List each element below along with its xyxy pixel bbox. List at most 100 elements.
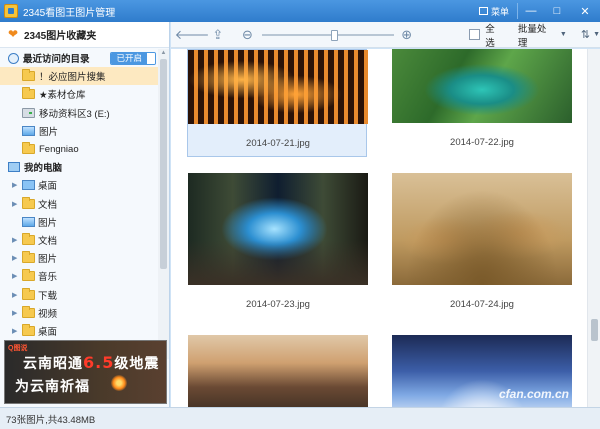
thumbnail-caption: 2014-07-22.jpg — [450, 137, 514, 148]
toggle-knob — [147, 52, 155, 64]
folder-tree: 最近访问的目录 已开启 ！必应图片搜集 ★素材仓库移动资料区3 (E:) 图片 Fen… — [0, 49, 158, 359]
checkbox-box[interactable] — [469, 29, 481, 40]
recent-item[interactable]: 图片 — [0, 122, 158, 140]
grid-scrollbar[interactable] — [587, 49, 600, 407]
computer-item-label: 图片 — [38, 254, 58, 266]
thumbnail-card[interactable]: 2014-07-21.jpg — [187, 49, 368, 157]
share-button[interactable]: ⇪ — [209, 26, 227, 44]
folder-icon — [22, 142, 35, 155]
expand-arrow-icon[interactable]: ▶ — [12, 291, 19, 299]
thumbnail-image[interactable] — [188, 335, 368, 407]
grid-scroll-thumb[interactable] — [591, 319, 598, 341]
computer-item[interactable]: ▶ 文档 — [0, 231, 158, 249]
expand-arrow-icon[interactable]: ▶ — [12, 236, 19, 244]
expand-arrow-icon[interactable]: ▶ — [12, 181, 19, 189]
recent-item-label: ★素材仓库 — [39, 90, 86, 102]
zoom-out-button[interactable]: ⊖ — [239, 26, 257, 44]
recent-item-label: 图片 — [39, 126, 59, 138]
computer-item[interactable]: ▶ 文档 — [0, 195, 158, 213]
ad-subline: 为云南祈福 — [15, 379, 90, 395]
sort-button[interactable]: ⇅ ▼ — [581, 28, 600, 41]
recent-item-label: ！必应图片搜集 — [39, 72, 106, 84]
computer-list: ▶ 桌面 ▶ 文档 图片 ▶ 文档 ▶ 图片 ▶ 音乐 ▶ 下载 ▶ 视频 ▶ 桌面 — [0, 176, 158, 340]
menu-button[interactable]: 菜单 — [471, 3, 518, 19]
computer-item[interactable]: ▶ 桌面 — [0, 322, 158, 340]
computer-section-label: 我的电脑 — [24, 163, 63, 175]
heart-icon: ❤ — [8, 27, 19, 41]
candle-icon — [111, 375, 127, 391]
desktop-icon — [22, 180, 35, 191]
expand-arrow-icon[interactable]: ▶ — [12, 200, 19, 208]
ad-magnitude: 6.5 — [83, 353, 115, 372]
favorites-header[interactable]: ❤ 2345图片收藏夹 — [0, 22, 169, 48]
sidebar-scrollbar[interactable]: ▲ ▼ — [158, 49, 169, 359]
thumbnail-image[interactable] — [392, 49, 572, 123]
window-controls: 菜单 — □ ✕ — [471, 0, 600, 22]
zoom-slider[interactable] — [262, 29, 395, 41]
drive-icon — [22, 107, 35, 118]
maximize-button[interactable]: □ — [544, 0, 570, 22]
computer-item[interactable]: ▶ 图片 — [0, 249, 158, 267]
batch-label: 批量处理 — [517, 23, 547, 49]
chevron-down-icon: ▼ — [559, 31, 567, 38]
watermark: cfan.com.cn — [498, 387, 569, 401]
folder-icon — [22, 87, 35, 100]
recent-toggle[interactable]: 已开启 — [110, 51, 156, 65]
menu-label: 菜单 — [490, 6, 509, 17]
recent-item[interactable]: Fengniao — [0, 140, 158, 158]
computer-item[interactable]: ▶ 下载 — [0, 285, 158, 303]
thumbnail-image[interactable] — [392, 173, 572, 285]
expand-arrow-icon[interactable]: ▶ — [12, 309, 19, 317]
toolbar: 🡐 ⇪ ⊖ ⊕ 全选 批量处理 ▼ ⇅ ▼ — [171, 21, 600, 49]
minimize-button[interactable]: — — [518, 0, 544, 22]
share-icon: ⇪ — [212, 26, 224, 42]
ad-headline-suffix: 级地震 — [114, 356, 160, 372]
recent-item-label: 移动资料区3 (E:) — [39, 108, 110, 120]
image-icon — [22, 125, 35, 136]
thumbnail-card[interactable] — [188, 335, 368, 407]
expand-arrow-icon[interactable]: ▶ — [12, 254, 19, 262]
folder-icon — [22, 232, 35, 245]
expand-arrow-icon[interactable]: ▶ — [12, 272, 19, 280]
app-logo-icon — [4, 4, 18, 18]
thumbnail-caption: 2014-07-23.jpg — [246, 299, 310, 310]
close-button[interactable]: ✕ — [570, 0, 600, 22]
thumbnail-card[interactable]: 2014-07-23.jpg — [188, 173, 368, 315]
recent-item[interactable]: 移动资料区3 (E:) — [0, 104, 158, 122]
folder-icon — [22, 269, 35, 282]
zoom-thumb[interactable] — [331, 29, 339, 41]
select-all-checkbox[interactable]: 全选 — [469, 21, 503, 49]
status-summary: 73张图片,共43.48MB — [6, 414, 96, 426]
expand-arrow-icon[interactable]: ▶ — [12, 327, 19, 335]
recent-item[interactable]: ★素材仓库 — [0, 85, 158, 103]
chevron-down-icon: ▼ — [593, 31, 600, 38]
back-button[interactable]: 🡐 — [175, 26, 210, 44]
thumbnail-grid: 2014-07-24.jpg 2014-07-23.jpg 2014-07-22.j… — [171, 49, 587, 407]
folder-icon — [22, 305, 35, 318]
computer-item[interactable]: ▶ 视频 — [0, 304, 158, 322]
ad-banner[interactable]: Q图说 云南昭通6.5级地震 为云南祈福 — [4, 340, 167, 404]
computer-item-label: 下载 — [38, 290, 58, 302]
zoom-in-button[interactable]: ⊕ — [398, 26, 416, 44]
scroll-up-icon[interactable]: ▲ — [160, 50, 167, 57]
recent-section-label: 最近访问的目录 — [23, 54, 90, 66]
sidebar-scroll-thumb[interactable] — [160, 59, 167, 269]
computer-item-label: 桌面 — [38, 326, 58, 338]
thumbnail-card[interactable]: 2014-07-24.jpg — [392, 173, 572, 315]
recent-item-label: Fengniao — [39, 143, 79, 155]
computer-item[interactable]: 图片 — [0, 213, 158, 231]
computer-section-header[interactable]: 我的电脑 — [0, 158, 158, 176]
recent-item[interactable]: ！必应图片搜集 — [0, 67, 158, 86]
window-title: 2345看图王图片管理 — [23, 7, 116, 19]
batch-process-button[interactable]: 批量处理 ▼ — [518, 21, 567, 49]
computer-item[interactable]: ▶ 音乐 — [0, 267, 158, 285]
computer-item-label: 视频 — [38, 308, 58, 320]
clock-icon — [8, 52, 19, 64]
computer-item[interactable]: ▶ 桌面 — [0, 176, 158, 194]
zoom-in-icon: ⊕ — [401, 26, 413, 42]
recent-section-header[interactable]: 最近访问的目录 已开启 — [0, 49, 158, 67]
thumbnail-image[interactable] — [188, 173, 368, 285]
thumbnail-image[interactable] — [188, 50, 368, 124]
thumbnail-card[interactable]: 2014-07-22.jpg — [392, 49, 572, 155]
folder-icon — [22, 196, 35, 209]
